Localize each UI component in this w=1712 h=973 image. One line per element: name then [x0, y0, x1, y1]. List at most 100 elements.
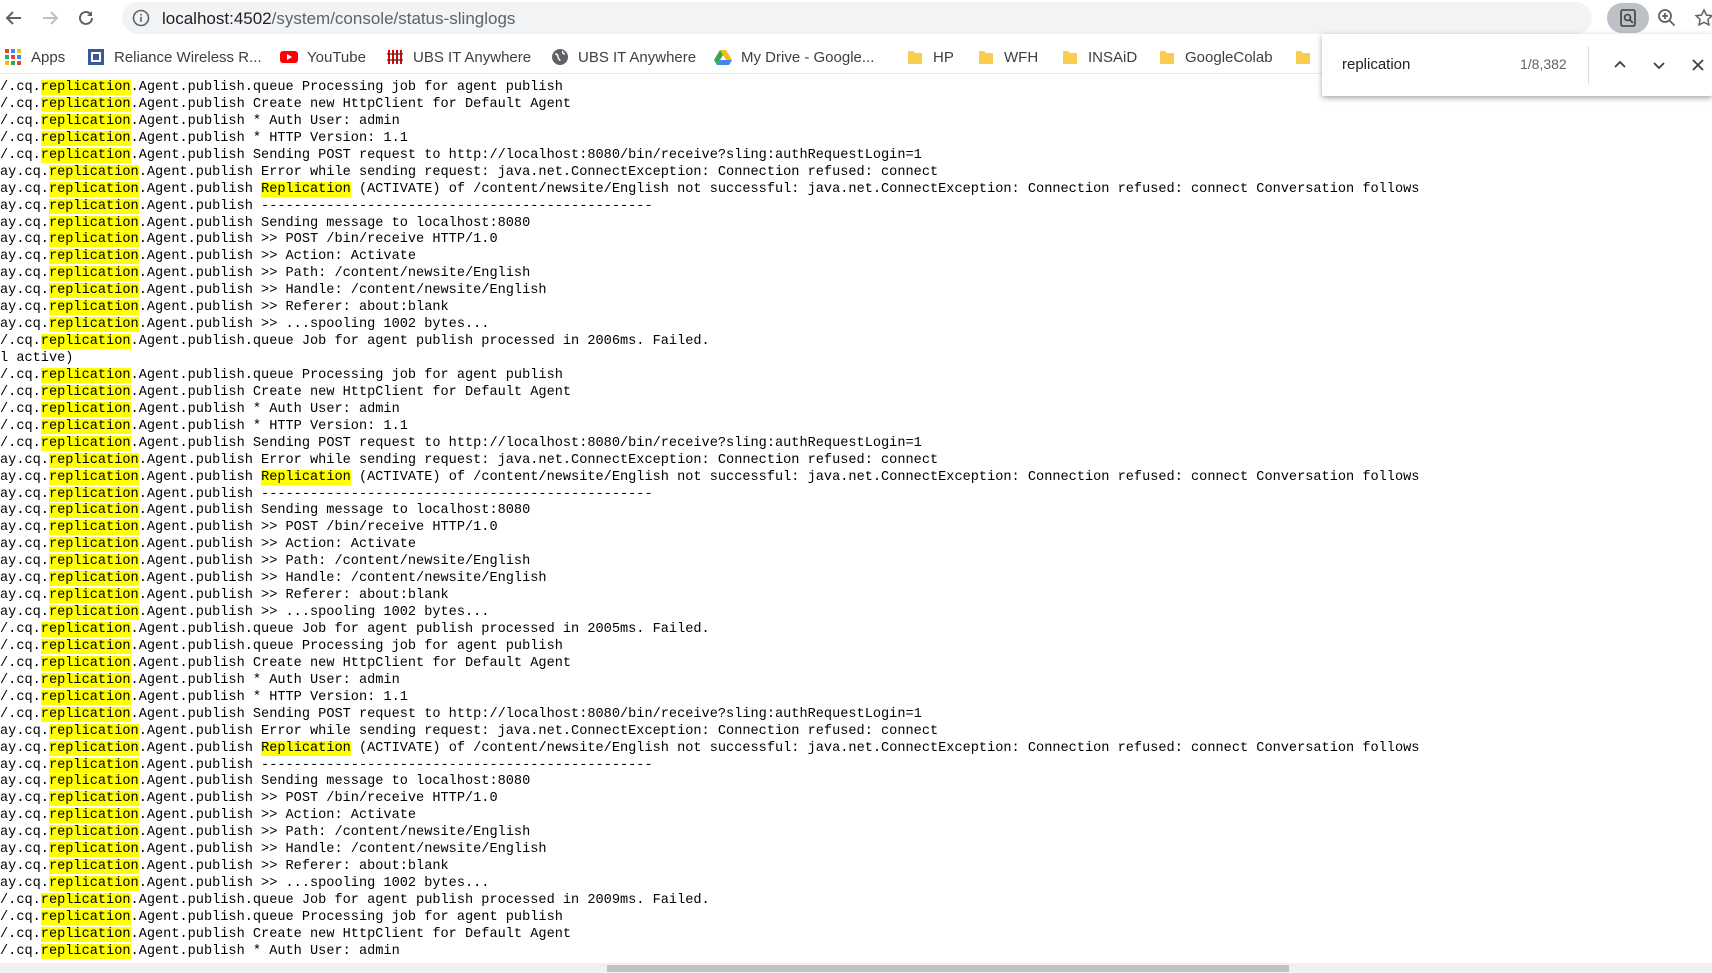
log-text: .Agent.publish >> Referer: about:blank — [138, 300, 449, 316]
log-text: /.cq. — [0, 113, 41, 129]
log-text: /.cq. — [0, 147, 41, 163]
search-match-highlight: replication — [48, 554, 139, 570]
back-button[interactable] — [0, 4, 28, 32]
log-text: .Agent.publish -------------------------… — [138, 757, 653, 773]
log-line: ay.cq.replication.Agent.publish >> Refer… — [0, 588, 1712, 605]
search-match-highlight: replication — [40, 435, 131, 451]
log-text: /.cq. — [0, 706, 41, 722]
find-next-button[interactable] — [1645, 51, 1673, 79]
search-match-highlight: replication — [40, 689, 131, 705]
bookmark-insaid[interactable]: INSAiD — [1061, 46, 1137, 68]
log-line: ay.cq.replication.Agent.publish Replicat… — [0, 469, 1712, 487]
log-text: .Agent.publish Sending POST request to h… — [130, 435, 922, 451]
bookmark-googlecolab[interactable]: GoogleColab — [1158, 46, 1273, 68]
search-match-highlight: replication — [48, 249, 139, 265]
log-line: ay.cq.replication.Agent.publish >> Path:… — [0, 554, 1712, 571]
search-match-highlight: replication — [48, 452, 139, 468]
bookmark-youtube[interactable]: YouTube — [280, 46, 366, 68]
search-match-highlight: replication — [48, 283, 139, 299]
url-host: localhost:4502 — [162, 9, 272, 28]
bookmark-apps[interactable]: Apps — [4, 46, 65, 68]
log-line: ay.cq.replication.Agent.publish --------… — [0, 486, 1712, 504]
log-text: /.cq. — [0, 401, 41, 417]
search-match-highlight: replication — [48, 317, 139, 333]
bookmark-ubs-2[interactable]: UBS IT Anywhere — [551, 46, 696, 68]
back-arrow-icon — [5, 11, 21, 25]
bookmark-wfh[interactable]: WFH — [977, 46, 1038, 68]
search-match-highlight: replication — [48, 588, 139, 604]
search-match-highlight: replication — [48, 486, 139, 502]
scrollbar-thumb[interactable] — [607, 965, 1289, 972]
log-line: ay.cq.replication.Agent.publish >> ...sp… — [0, 317, 1712, 334]
search-match-highlight: replication — [48, 605, 139, 621]
bookmark-hp[interactable]: HP — [906, 46, 954, 68]
log-text: ay.cq. — [0, 876, 49, 892]
log-line: /.cq.replication.Agent.publish.queue Pro… — [0, 909, 1712, 927]
forward-button[interactable] — [36, 4, 64, 32]
log-output: /.cq.replication.Agent.publish.queue Pro… — [0, 80, 1712, 964]
reliance-icon — [87, 48, 105, 66]
log-line: /.cq.replication.Agent.publish Sending P… — [0, 706, 1712, 724]
log-text: .Agent.publish >> Handle: /content/newsi… — [138, 571, 547, 587]
search-match-highlight: replication — [40, 96, 131, 112]
log-text: ay.cq. — [0, 266, 49, 282]
log-line: ay.cq.replication.Agent.publish >> Refer… — [0, 300, 1712, 317]
log-line: ay.cq.replication.Agent.publish >> Actio… — [0, 249, 1712, 266]
log-line: ay.cq.replication.Agent.publish Error wh… — [0, 452, 1712, 470]
bookmark-folder-partial[interactable] — [1294, 46, 1321, 68]
url-path: /system/console/status-slinglogs — [271, 9, 516, 28]
reload-button[interactable] — [72, 4, 100, 32]
log-line: /.cq.replication.Agent.publish.queue Job… — [0, 893, 1712, 910]
find-previous-button[interactable] — [1606, 51, 1634, 79]
bookmark-star-button[interactable] — [1690, 4, 1712, 32]
log-line: ay.cq.replication.Agent.publish --------… — [0, 198, 1712, 216]
search-match-highlight: replication — [48, 859, 139, 875]
find-close-button[interactable] — [1684, 51, 1712, 79]
log-text: .Agent.publish Error while sending reque… — [138, 164, 939, 180]
log-line: ay.cq.replication.Agent.publish Sending … — [0, 215, 1712, 233]
log-line: ay.cq.replication.Agent.publish --------… — [0, 757, 1712, 775]
address-bar[interactable]: localhost:4502/system/console/status-sli… — [122, 2, 1592, 34]
bookmark-my-drive[interactable]: My Drive - Google... — [714, 46, 874, 68]
search-match-highlight: replication — [48, 232, 139, 248]
info-icon[interactable] — [132, 9, 150, 27]
log-text: /.cq. — [0, 334, 41, 350]
log-text: .Agent.publish Create new HttpClient for… — [130, 96, 572, 112]
find-input[interactable]: replication — [1342, 56, 1410, 73]
log-text: /.cq. — [0, 943, 41, 959]
bookmark-ubs-1[interactable]: UBS IT Anywhere — [386, 46, 531, 68]
bookmark-reliance[interactable]: Reliance Wireless R... — [87, 46, 262, 68]
log-line: /.cq.replication.Agent.publish Sending P… — [0, 435, 1712, 453]
log-line: /.cq.replication.Agent.publish Create ne… — [0, 926, 1712, 944]
log-text: ay.cq. — [0, 503, 49, 519]
log-text: ay.cq. — [0, 774, 49, 790]
log-line: ay.cq.replication.Agent.publish >> Handl… — [0, 283, 1712, 300]
log-line: /.cq.replication.Agent.publish * Auth Us… — [0, 943, 1712, 961]
log-text: .Agent.publish >> ...spooling 1002 bytes… — [138, 317, 490, 333]
log-text: ay.cq. — [0, 605, 49, 621]
search-match-highlight: replication — [40, 401, 131, 417]
find-in-page-button[interactable] — [1607, 3, 1649, 33]
log-line: /.cq.replication.Agent.publish * Auth Us… — [0, 113, 1712, 131]
url-text[interactable]: localhost:4502/system/console/status-sli… — [162, 9, 515, 29]
log-text: /.cq. — [0, 418, 41, 434]
log-line: /.cq.replication.Agent.publish * HTTP Ve… — [0, 130, 1712, 148]
log-text: ay.cq. — [0, 232, 49, 248]
log-text: .Agent.publish Create new HttpClient for… — [130, 384, 572, 400]
log-text: (ACTIVATE) of /content/newsite/English n… — [350, 181, 1420, 197]
horizontal-scrollbar[interactable] — [0, 963, 1712, 973]
search-match-highlight: replication — [40, 418, 131, 434]
log-text: /.cq. — [0, 909, 41, 925]
search-match-highlight: replication — [48, 842, 139, 858]
log-text: ay.cq. — [0, 859, 49, 875]
zoom-button[interactable] — [1653, 4, 1681, 32]
log-line: ay.cq.replication.Agent.publish >> ...sp… — [0, 876, 1712, 893]
log-text: ay.cq. — [0, 757, 49, 773]
log-text: .Agent.publish Error while sending reque… — [138, 452, 939, 468]
log-line: /.cq.replication.Agent.publish * HTTP Ve… — [0, 689, 1712, 707]
find-match-count: 1/8,382 — [1520, 56, 1567, 72]
log-text: .Agent.publish >> Action: Activate — [138, 808, 417, 824]
log-text: ay.cq. — [0, 571, 49, 587]
log-text: .Agent.publish.queue Processing job for … — [130, 638, 563, 654]
chevron-down-icon — [1653, 62, 1665, 70]
